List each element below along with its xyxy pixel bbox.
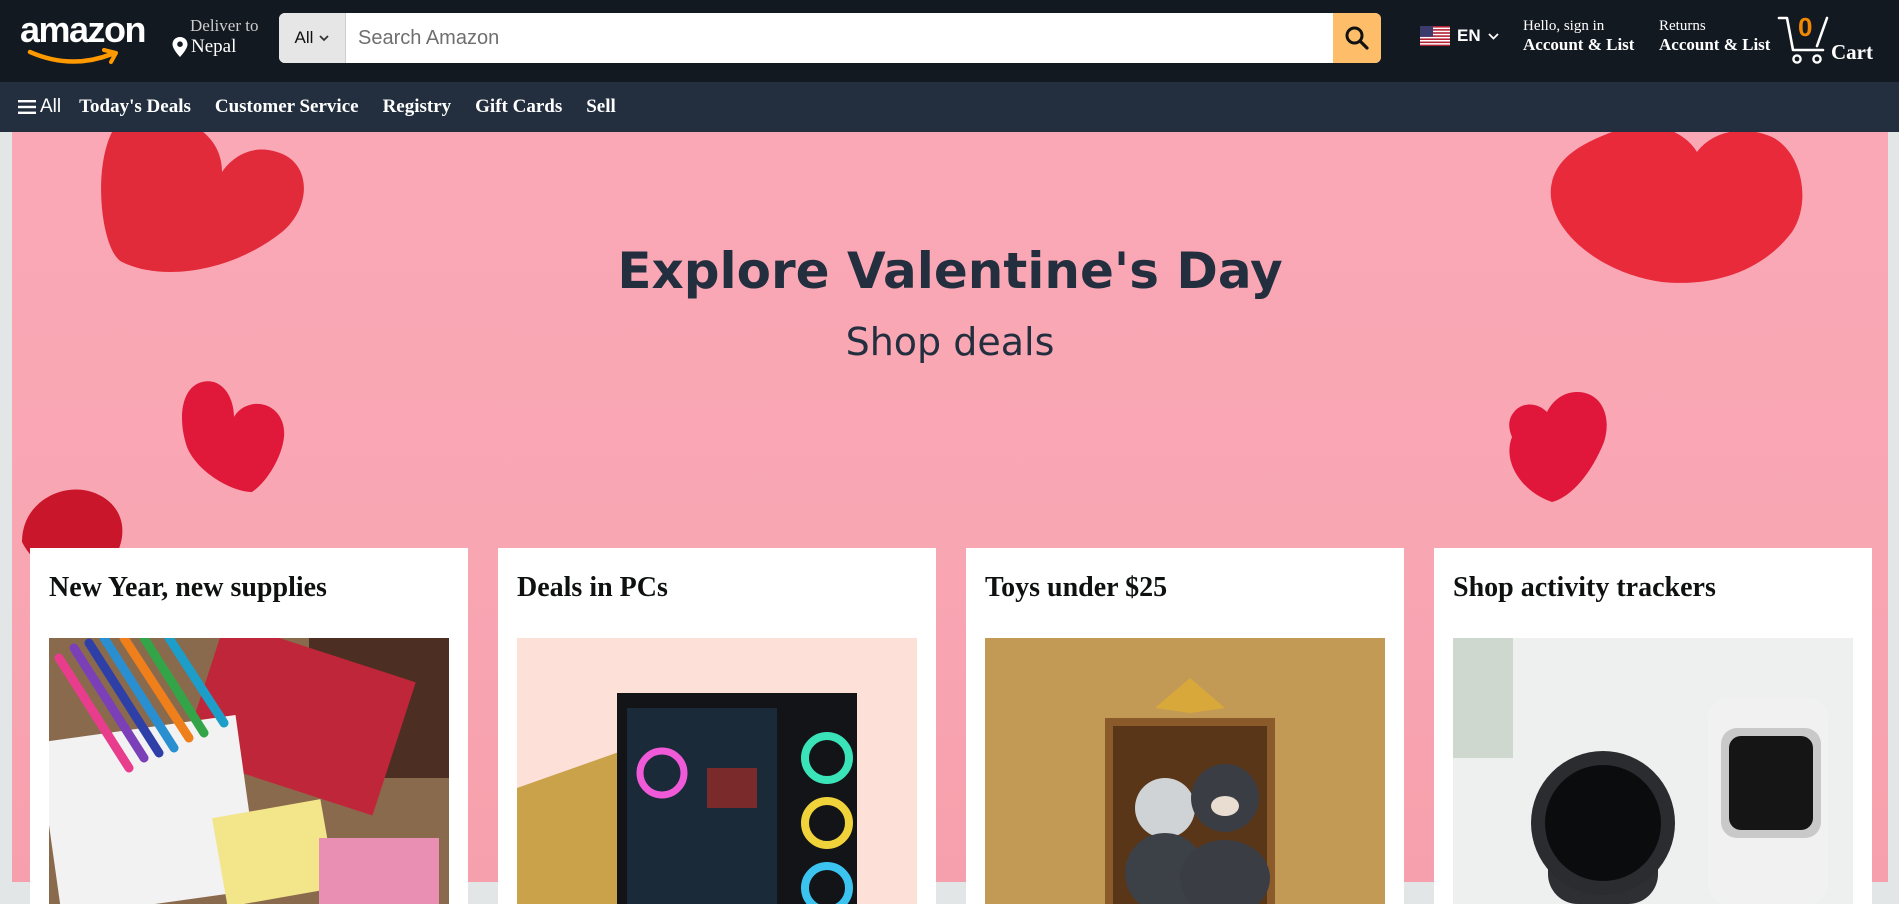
deliver-label: Deliver to: [190, 16, 259, 35]
card-toys-under-25[interactable]: Toys under $25: [966, 548, 1404, 904]
school-supplies-image[interactable]: [49, 638, 449, 904]
card-title: Deals in PCs: [517, 572, 668, 603]
amazon-logo[interactable]: amazon: [20, 9, 160, 64]
logo-smile-icon: [27, 48, 118, 64]
card-title: Shop activity trackers: [1453, 572, 1716, 603]
smartwatches-image[interactable]: [1453, 638, 1853, 904]
heart-decoration: [182, 381, 285, 492]
top-navbar: amazon Deliver to Nepal All Search Amazo…: [0, 0, 1899, 82]
nav-todays-deals[interactable]: Today's Deals: [79, 96, 191, 118]
returns-sub-label: Account & List: [1659, 35, 1771, 54]
chevron-down-icon: [1487, 33, 1499, 40]
all-menu-label: All: [40, 96, 62, 117]
gaming-pc-image[interactable]: [517, 638, 917, 904]
cart-label: Cart: [1831, 40, 1873, 64]
card-new-year-supplies[interactable]: New Year, new supplies: [30, 548, 468, 904]
logo-wordmark: amazon: [20, 9, 147, 50]
account-greeting: Hello, sign in: [1523, 18, 1605, 34]
card-activity-trackers[interactable]: Shop activity trackers: [1434, 548, 1872, 904]
language-selector[interactable]: EN: [1420, 26, 1499, 46]
deliver-location: Nepal: [191, 36, 237, 57]
search-button[interactable]: [1333, 13, 1381, 63]
heart-decoration: [1509, 392, 1607, 502]
card-title: Toys under $25: [985, 572, 1168, 603]
deliver-to[interactable]: Deliver to Nepal: [172, 16, 258, 58]
hero-title: Explore Valentine's Day: [617, 242, 1283, 300]
returns-label: Returns: [1659, 18, 1706, 34]
location-pin-icon: [172, 37, 188, 57]
cart-count: 0: [1798, 12, 1813, 42]
search-input[interactable]: [346, 13, 1333, 63]
nav-gift-cards[interactable]: Gift Cards: [475, 96, 562, 118]
search-bar: All: [279, 13, 1381, 63]
search-category-label: All: [294, 28, 314, 47]
plush-toys-image[interactable]: [985, 638, 1385, 904]
account-menu[interactable]: Hello, sign in Account & List: [1523, 18, 1634, 55]
all-menu-button[interactable]: All: [18, 96, 61, 118]
account-label: Account & List: [1523, 35, 1635, 54]
search-icon: [1345, 26, 1369, 50]
us-flag-icon: [1420, 26, 1450, 46]
nav-customer-service[interactable]: Customer Service: [215, 96, 359, 118]
secondary-navbar: All Today's Deals Customer Service Regis…: [0, 82, 1899, 132]
card-title: New Year, new supplies: [49, 572, 327, 603]
hamburger-menu-icon: [18, 100, 36, 114]
chevron-down-icon: [319, 35, 330, 42]
search-category-select[interactable]: All: [279, 13, 346, 63]
card-deals-in-pcs[interactable]: Deals in PCs: [498, 548, 936, 904]
nav-sell[interactable]: Sell: [586, 96, 616, 118]
nav-registry[interactable]: Registry: [383, 96, 452, 118]
returns-orders[interactable]: Returns Account & List: [1659, 18, 1770, 55]
cart-button[interactable]: 0 Cart: [1777, 8, 1887, 72]
hero-subtitle: Shop deals: [845, 320, 1055, 364]
language-code: EN: [1457, 26, 1481, 45]
